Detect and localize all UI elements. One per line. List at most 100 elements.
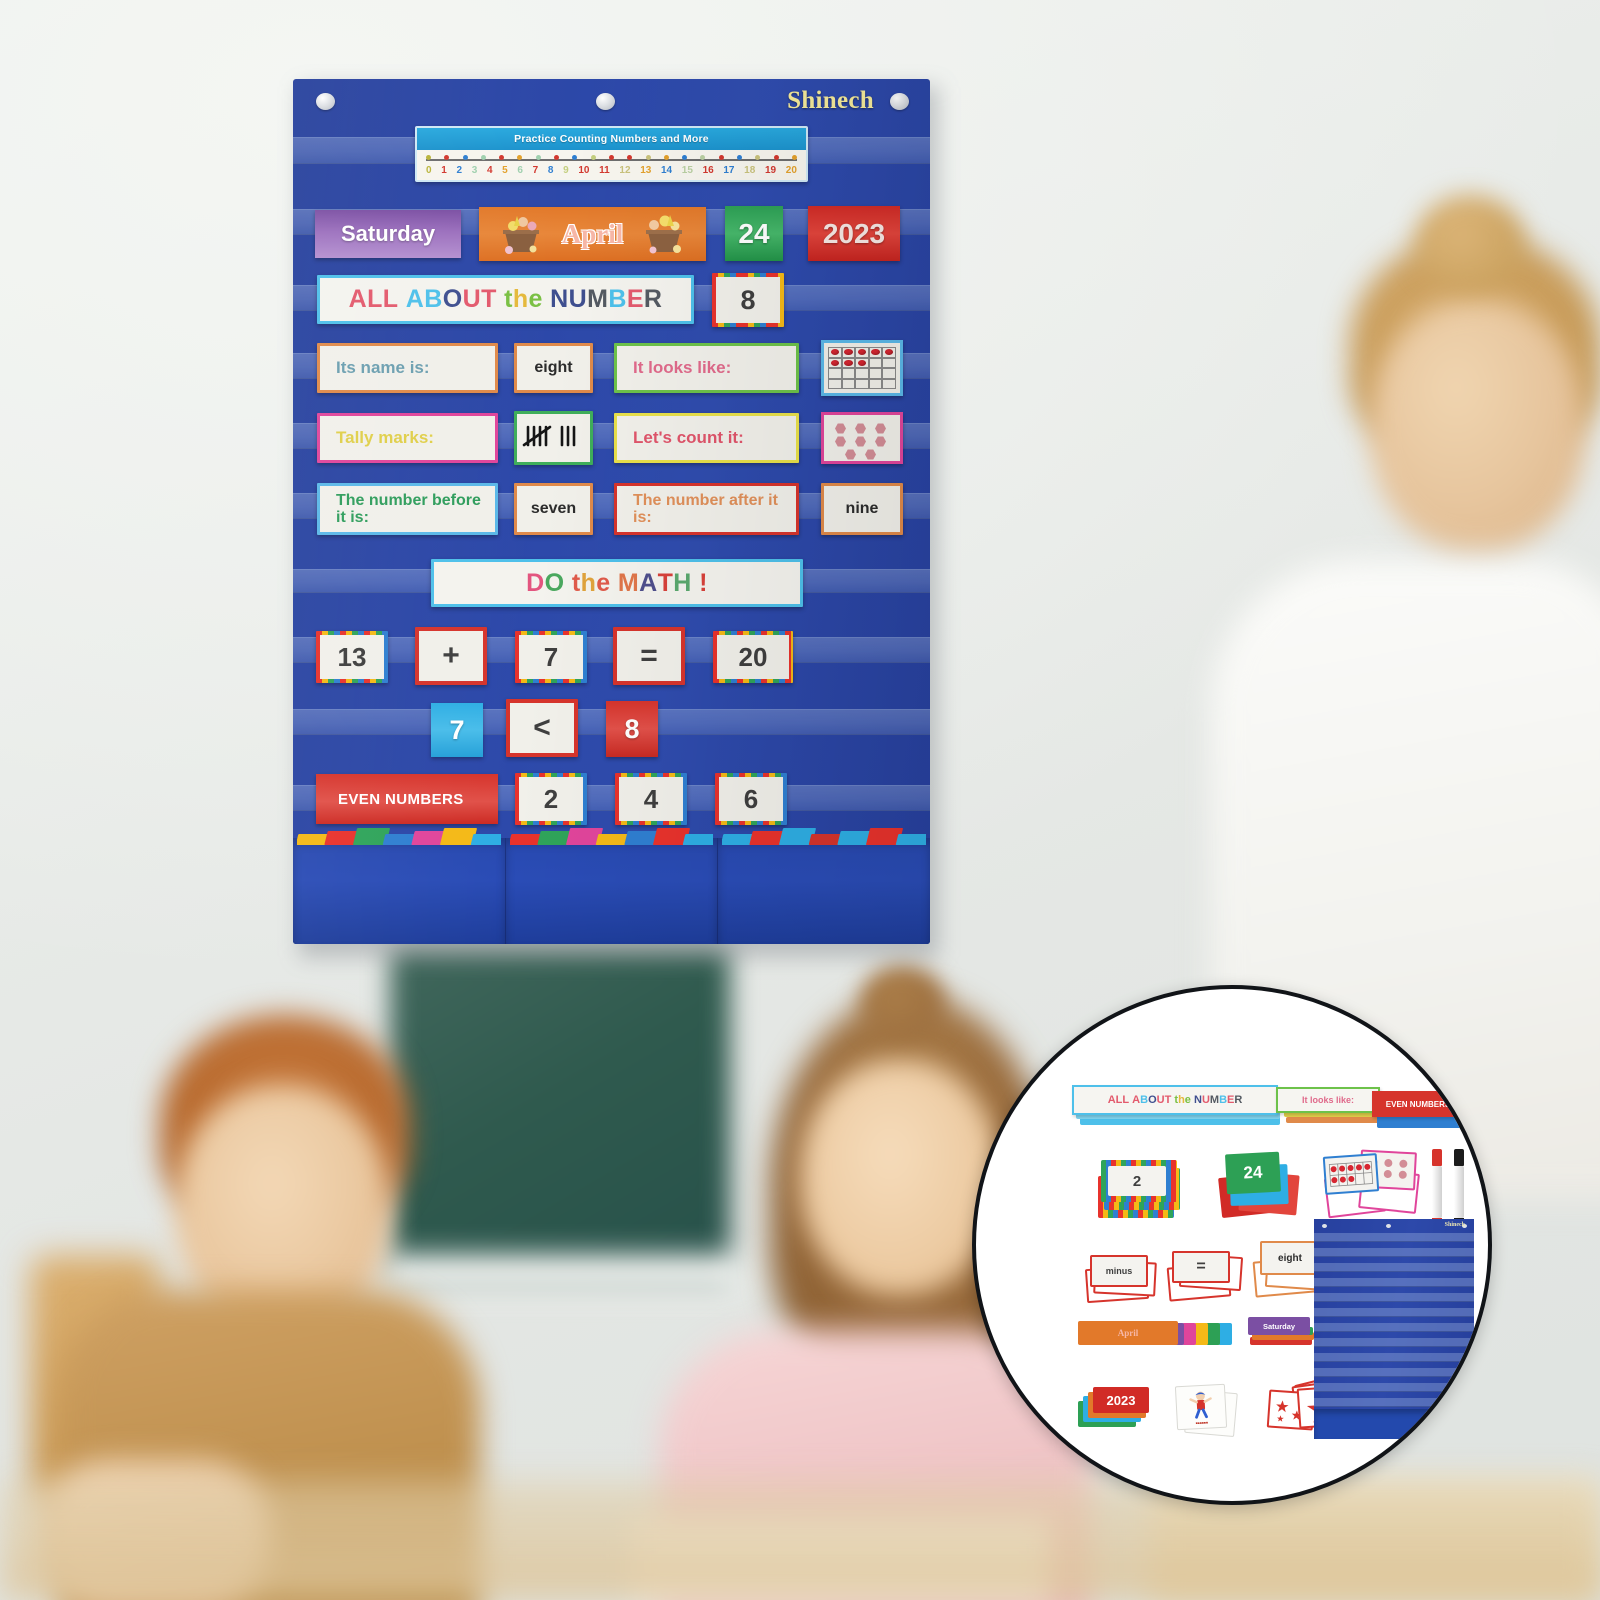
inset-banner-stack[interactable]: ALL ABOUT the NUMBER: [1072, 1085, 1282, 1131]
pocket-chart[interactable]: Shinech Practice Counting Numbers and Mo…: [293, 79, 930, 944]
banner-letter: L: [367, 285, 383, 313]
number-line-tick: 8: [547, 165, 554, 176]
inset-year-value: 2023: [1093, 1387, 1149, 1413]
inset-chart-brand: Shinech: [1444, 1222, 1465, 1228]
inset-minus-stack[interactable]: minus: [1084, 1251, 1166, 1307]
number-line-dot: [700, 155, 706, 160]
all-about-banner[interactable]: ALL ABOUT the NUMBER: [317, 275, 694, 324]
fact-label-text: The number after it is:: [617, 486, 796, 532]
number-line-tick: 17: [723, 165, 735, 176]
banner-letter: B: [1140, 1094, 1149, 1106]
ten-frame-cell: [828, 378, 842, 389]
focus-number-card[interactable]: 8: [712, 273, 784, 327]
inset-number-cards-stack[interactable]: 2: [1098, 1154, 1184, 1222]
red-marker-icon[interactable]: [1432, 1149, 1442, 1226]
comparison-operator-card[interactable]: <: [506, 699, 578, 757]
fact-answer-nine[interactable]: nine: [821, 483, 903, 535]
inset-looks-like-banner[interactable]: It looks like:: [1276, 1087, 1380, 1113]
inset-chart-band: [1314, 1368, 1474, 1377]
date-card[interactable]: 24: [725, 206, 783, 261]
even-number-card[interactable]: 6: [715, 773, 787, 825]
blurred-teacher-bun: [1415, 195, 1525, 290]
fact-label-looks-like[interactable]: It looks like:: [614, 343, 799, 393]
dot: [875, 423, 886, 434]
ten-frame-cell: [882, 357, 896, 368]
inset-month-strips-stack[interactable]: April: [1078, 1321, 1238, 1351]
storage-pocket[interactable]: [718, 828, 930, 944]
fact-label-text: Let's count it:: [617, 416, 796, 460]
banner-letter: !: [699, 568, 708, 597]
inset-equals-stack[interactable]: =: [1166, 1247, 1250, 1305]
black-marker-icon[interactable]: [1454, 1149, 1464, 1226]
ten-frame-card[interactable]: [821, 340, 903, 396]
number-line-dot: [590, 155, 596, 160]
banner-letter: [543, 285, 550, 314]
comparison-right-card[interactable]: 8: [606, 701, 658, 757]
inset-year-cards-stack[interactable]: 2023: [1078, 1387, 1158, 1433]
inset-blank-pocket-chart[interactable]: Shinech: [1314, 1219, 1474, 1439]
comparison-left-card[interactable]: 7: [431, 703, 483, 757]
fact-label-its-name[interactable]: Its name is:: [317, 343, 498, 393]
even-number-card[interactable]: 4: [615, 773, 687, 825]
equation-token-text: 7: [519, 635, 583, 679]
fact-label-tally-marks[interactable]: Tally marks:: [317, 413, 498, 463]
storage-pockets[interactable]: [293, 828, 930, 944]
equation-operator-card[interactable]: =: [613, 627, 685, 685]
equation-number-card[interactable]: 20: [713, 631, 793, 683]
banner-letter: h: [1178, 1094, 1185, 1106]
inset-ten-frame-stack[interactable]: [1322, 1149, 1424, 1221]
ten-frame-cell: [868, 378, 883, 389]
fact-answer-eight[interactable]: eight: [514, 343, 593, 393]
storage-pocket[interactable]: [505, 828, 719, 944]
dot-card[interactable]: [821, 412, 903, 464]
do-math-banner[interactable]: DO the MATH !: [431, 559, 803, 607]
banner-letter: M: [1209, 1094, 1220, 1106]
inset-date-cards-stack[interactable]: 24: [1218, 1149, 1308, 1221]
number-line-dot: [718, 155, 724, 160]
inset-stage: ALL ABOUT the NUMBER It looks like: EVEN…: [976, 989, 1488, 1501]
dot: [845, 449, 856, 460]
storage-pocket[interactable]: [293, 828, 506, 944]
inset-character-cards-stack[interactable]: ■■■■■■: [1174, 1383, 1256, 1439]
equation-number-card[interactable]: 7: [515, 631, 587, 683]
month-card[interactable]: April: [479, 207, 706, 261]
ten-frame-cell: [882, 347, 896, 358]
fact-answer-text: nine: [824, 486, 900, 532]
even-number-card[interactable]: 2: [515, 773, 587, 825]
banner-letter: h: [512, 285, 529, 313]
inset-even-numbers-stack[interactable]: EVEN NUMBERS: [1372, 1091, 1472, 1131]
banner-letter: [398, 285, 405, 314]
banner-letter: D: [526, 568, 545, 597]
even-number-value: 6: [719, 777, 783, 821]
number-line-card[interactable]: Practice Counting Numbers and More 01234…: [415, 126, 808, 182]
peeking-card: [470, 834, 501, 845]
number-line-dot: [755, 155, 761, 160]
banner-letter: A: [1107, 1094, 1116, 1106]
peeking-cards: [722, 825, 927, 845]
even-numbers-label[interactable]: EVEN NUMBERS: [316, 774, 498, 824]
inset-looks-like-stack[interactable]: It looks like:: [1276, 1087, 1386, 1133]
day-card[interactable]: Saturday: [315, 210, 461, 258]
fact-label-lets-count[interactable]: Let's count it:: [614, 413, 799, 463]
number-line-dot: [517, 155, 523, 160]
tally-marks-card[interactable]: [514, 411, 593, 465]
number-line-dot: [791, 155, 797, 160]
fact-answer-seven[interactable]: seven: [514, 483, 593, 535]
dot: [855, 423, 866, 434]
inset-even-numbers-banner[interactable]: EVEN NUMBERS: [1372, 1091, 1464, 1117]
peeking-cards: [509, 825, 714, 845]
inset-day-cards-stack[interactable]: Saturday: [1248, 1317, 1324, 1357]
inset-chart-band: [1314, 1263, 1474, 1272]
fact-label-number-before[interactable]: The number before it is:: [317, 483, 498, 535]
ten-frame-cell: [882, 378, 896, 389]
equation-number-card[interactable]: 13: [316, 631, 388, 683]
comparison-operator-text: <: [510, 703, 574, 753]
number-line-tick: 12: [619, 165, 631, 176]
banner-letter: t: [504, 285, 513, 313]
number-line-tick: 7: [532, 165, 539, 176]
dot: [835, 423, 846, 434]
fact-label-number-after[interactable]: The number after it is:: [614, 483, 799, 535]
year-card[interactable]: 2023: [808, 206, 900, 261]
inset-all-about-banner[interactable]: ALL ABOUT the NUMBER: [1072, 1085, 1278, 1115]
equation-operator-card[interactable]: +: [415, 627, 487, 685]
